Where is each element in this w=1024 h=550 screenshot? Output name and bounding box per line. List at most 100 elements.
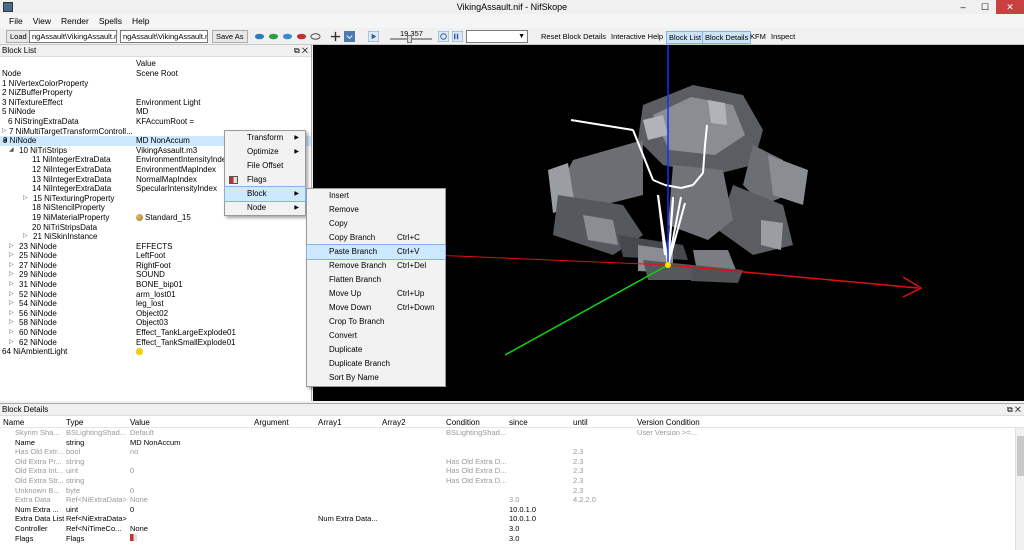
- view-dropdown-icon[interactable]: [344, 31, 355, 42]
- time-slider-thumb[interactable]: [407, 35, 412, 43]
- block-list-toggle[interactable]: Block List: [666, 31, 705, 44]
- menu-item-duplicate-branch[interactable]: Duplicate Branch: [307, 357, 445, 371]
- expand-arrow-icon[interactable]: ▷: [9, 261, 14, 271]
- wireframe-icon[interactable]: [310, 31, 321, 42]
- texture-icon[interactable]: [268, 31, 279, 42]
- tree-row[interactable]: Node Scene Root: [0, 69, 311, 79]
- menu-help[interactable]: Help: [127, 16, 154, 26]
- column-header-type[interactable]: Type: [66, 418, 83, 427]
- menu-item-block[interactable]: Block ▶: [224, 186, 306, 202]
- tree-row[interactable]: 1 NiVertexColorProperty: [0, 79, 311, 89]
- expand-arrow-icon[interactable]: ▷: [9, 299, 14, 309]
- tree-row[interactable]: ▷ 29 NiNode SOUND: [0, 270, 311, 280]
- details-scroll-thumb[interactable]: [1017, 436, 1024, 476]
- menu-item-remove-branch[interactable]: Remove Branch Ctrl+Del: [307, 259, 445, 273]
- details-dock-buttons[interactable]: ⧉ ✕: [1007, 404, 1021, 416]
- tree-row[interactable]: 64 NiAmbientLight: [0, 347, 311, 357]
- menu-item-move-down[interactable]: Move Down Ctrl+Down: [307, 301, 445, 315]
- tree-row[interactable]: 3 NiTextureEffect Environment Light: [0, 98, 311, 108]
- menu-item-duplicate[interactable]: Duplicate: [307, 343, 445, 357]
- tree-row[interactable]: ▷ 25 NiNode LeftFoot: [0, 251, 311, 261]
- expand-arrow-icon[interactable]: ▷: [9, 251, 14, 261]
- expand-arrow-icon[interactable]: ▷: [9, 280, 14, 290]
- menu-view[interactable]: View: [28, 16, 56, 26]
- expand-arrow-icon[interactable]: ▷: [9, 338, 14, 348]
- column-header-array2[interactable]: Array2: [382, 418, 406, 427]
- expand-arrow-icon[interactable]: ▷: [9, 309, 14, 319]
- menu-item-copy-branch[interactable]: Copy Branch Ctrl+C: [307, 231, 445, 245]
- menu-item-insert[interactable]: Insert: [307, 189, 445, 203]
- dock-buttons[interactable]: ⧉ ✕: [294, 45, 308, 57]
- menu-item-remove[interactable]: Remove: [307, 203, 445, 217]
- table-row[interactable]: Num Extra ... uint 0 10.0.1.0: [0, 505, 1024, 515]
- tree-row[interactable]: ▷ 52 NiNode arm_lost01: [0, 290, 311, 300]
- menu-render[interactable]: Render: [56, 16, 94, 26]
- close-button[interactable]: ✕: [996, 0, 1024, 14]
- column-header-until[interactable]: until: [573, 418, 588, 427]
- inspect-toggle[interactable]: Inspect: [769, 31, 797, 42]
- move-axis-icon[interactable]: [330, 31, 341, 42]
- expand-arrow-icon[interactable]: ▷: [9, 328, 14, 338]
- menu-item-flatten-branch[interactable]: Flatten Branch: [307, 273, 445, 287]
- menu-item-optimize[interactable]: Optimize ▶: [225, 145, 305, 159]
- column-header-name[interactable]: Name: [3, 418, 24, 427]
- loop-icon[interactable]: [438, 31, 449, 42]
- menu-item-crop-to-branch[interactable]: Crop To Branch: [307, 315, 445, 329]
- table-row[interactable]: Old Extra Int... uint 0 Has Old Extra D... 2…: [0, 466, 1024, 476]
- table-row[interactable]: Skyrim Sha... BSLightingShad... Default BSL…: [0, 428, 1024, 438]
- expand-arrow-icon[interactable]: ▷: [9, 290, 14, 300]
- menu-item-move-up[interactable]: Move Up Ctrl+Up: [307, 287, 445, 301]
- tree-row[interactable]: ▷ 21 NiSkinInstance: [0, 232, 311, 242]
- tree-row[interactable]: ▷ 54 NiNode leg_lost: [0, 299, 311, 309]
- reset-block-details-button[interactable]: Reset Block Details: [539, 31, 608, 42]
- value-column-header[interactable]: Value: [136, 59, 156, 68]
- play-icon[interactable]: [368, 31, 379, 42]
- table-row[interactable]: Has Old Extr... bool no 2.3: [0, 447, 1024, 457]
- switch-anim-icon[interactable]: [452, 31, 463, 42]
- maximize-button[interactable]: ☐: [974, 0, 996, 14]
- details-table[interactable]: Skyrim Sha... BSLightingShad... Default BSL…: [0, 428, 1024, 543]
- menu-spells[interactable]: Spells: [94, 16, 127, 26]
- tree-row[interactable]: ▷ 27 NiNode RightFoot: [0, 261, 311, 271]
- expand-arrow-icon[interactable]: ▷: [9, 242, 14, 252]
- column-header-value[interactable]: Value: [130, 418, 150, 427]
- table-row[interactable]: Extra Data Ref<NiExtraData> None 3.0 4.2.2.0: [0, 495, 1024, 505]
- block-details-toggle[interactable]: Block Details: [702, 31, 752, 44]
- menu-item-node[interactable]: Node ▶: [225, 201, 305, 215]
- expand-arrow-icon[interactable]: ▷: [23, 232, 28, 242]
- table-row[interactable]: Controller Ref<NiTimeCo... None 3.0: [0, 524, 1024, 534]
- expand-arrow-icon[interactable]: ▷: [9, 270, 14, 280]
- tree-row[interactable]: ▷ 58 NiNode Object03: [0, 318, 311, 328]
- table-row[interactable]: Old Extra Str... string Has Old Extra D...…: [0, 476, 1024, 486]
- menu-item-flags[interactable]: Flags: [225, 173, 305, 187]
- lighting-icon[interactable]: [296, 31, 307, 42]
- table-row[interactable]: Name string MD NonAccum: [0, 438, 1024, 448]
- load-button[interactable]: Load: [6, 30, 31, 43]
- render-mode-icon[interactable]: [254, 31, 265, 42]
- tree-row[interactable]: 20 NiTriStripsData: [0, 223, 311, 233]
- table-row[interactable]: Extra Data List Ref<NiExtraData> Num Extra…: [0, 514, 1024, 524]
- menu-item-transform[interactable]: Transform ▶: [225, 131, 305, 145]
- menu-item-paste-branch[interactable]: Paste Branch Ctrl+V: [306, 244, 446, 260]
- menu-item-file-offset[interactable]: File Offset: [225, 159, 305, 173]
- expand-arrow-icon[interactable]: ▷: [2, 127, 7, 137]
- kfm-toggle[interactable]: KFM: [748, 31, 768, 42]
- menu-item-sort-by-name[interactable]: Sort By Name: [307, 371, 445, 385]
- minimize-button[interactable]: –: [952, 0, 974, 14]
- column-header-argument[interactable]: Argument: [254, 418, 289, 427]
- tree-row[interactable]: 2 NiZBufferProperty: [0, 88, 311, 98]
- table-row[interactable]: Unknown B... byte 0 2.3: [0, 486, 1024, 496]
- column-header-array1[interactable]: Array1: [318, 418, 342, 427]
- tree-row[interactable]: ▷ 62 NiNode Effect_TankSmallExplode01: [0, 338, 311, 348]
- save-path-input[interactable]: ngAssault\VikingAssault.nif: [120, 30, 208, 43]
- vertex-color-icon[interactable]: [282, 31, 293, 42]
- expand-arrow-icon[interactable]: ▷: [23, 194, 28, 204]
- column-header-condition[interactable]: Condition: [446, 418, 480, 427]
- column-header-since[interactable]: since: [509, 418, 528, 427]
- tree-row[interactable]: 5 NiNode MD: [0, 107, 311, 117]
- menu-item-copy[interactable]: Copy: [307, 217, 445, 231]
- animation-combo[interactable]: ▼: [466, 30, 528, 43]
- tree-row[interactable]: ▷ 23 NiNode EFFECTS: [0, 242, 311, 252]
- expand-arrow-icon[interactable]: ▷: [9, 318, 14, 328]
- tree-row[interactable]: ▷ 56 NiNode Object02: [0, 309, 311, 319]
